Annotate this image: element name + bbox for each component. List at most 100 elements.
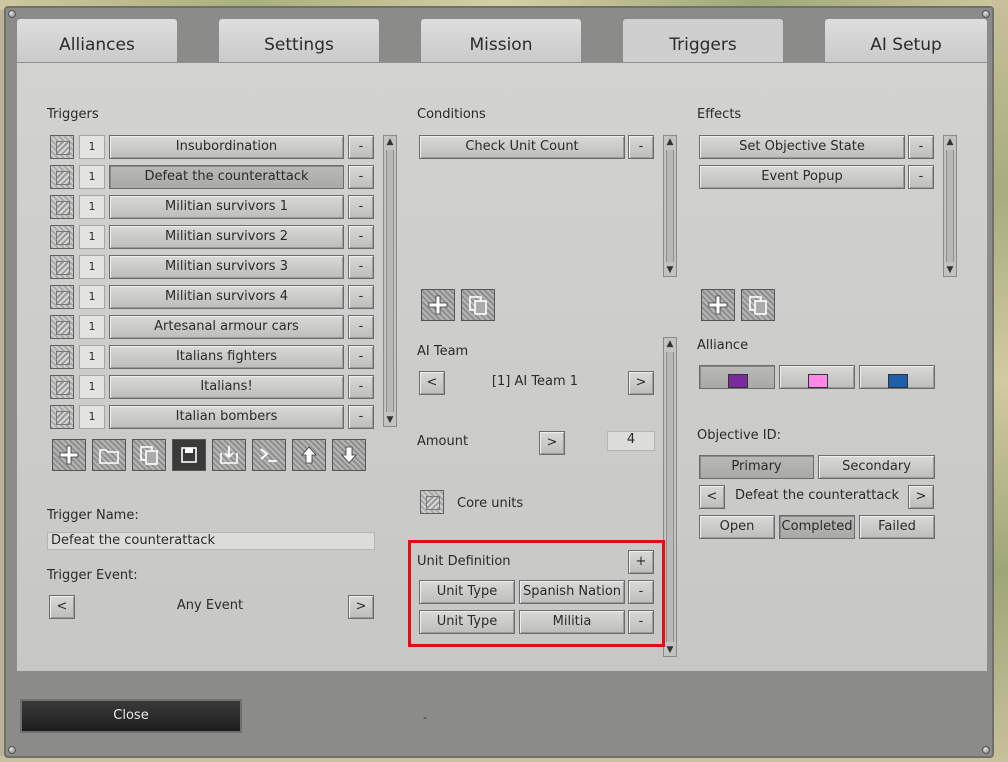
add-icon [708, 295, 728, 315]
trigger-item[interactable]: Italians fighters [109, 345, 344, 369]
scroll-up-icon[interactable]: ▲ [664, 136, 676, 148]
trigger-enabled-checkbox[interactable] [50, 285, 74, 309]
trigger-item[interactable]: Militian survivors 3 [109, 255, 344, 279]
copy-condition-button[interactable] [461, 289, 495, 321]
trigger-repeat-count[interactable]: 1 [79, 315, 105, 339]
trigger-item[interactable]: Italians! [109, 375, 344, 399]
scroll-up-icon[interactable]: ▲ [664, 338, 676, 350]
trigger-enabled-checkbox[interactable] [50, 375, 74, 399]
amount-operator-button[interactable]: > [539, 431, 565, 455]
trigger-enabled-checkbox[interactable] [50, 405, 74, 429]
effects-scrollbar[interactable]: ▲ ▼ [943, 135, 957, 277]
trigger-repeat-count[interactable]: 1 [79, 135, 105, 159]
scroll-down-icon[interactable]: ▼ [664, 264, 676, 276]
remove-trigger-button[interactable]: - [348, 165, 374, 189]
trigger-item[interactable]: Artesanal armour cars [109, 315, 344, 339]
copy-effect-button[interactable] [741, 289, 775, 321]
remove-trigger-button[interactable]: - [348, 255, 374, 279]
trigger-enabled-checkbox[interactable] [50, 225, 74, 249]
remove-effect-button[interactable]: - [908, 135, 934, 159]
state-failed-button[interactable]: Failed [859, 515, 935, 539]
add-effect-button[interactable] [701, 289, 735, 321]
effect-item[interactable]: Set Objective State [699, 135, 905, 159]
remove-trigger-button[interactable]: - [348, 375, 374, 399]
remove-condition-button[interactable]: - [628, 135, 654, 159]
amount-input[interactable]: 4 [607, 431, 655, 451]
alliance-button-1[interactable] [699, 365, 775, 389]
save-trigger-button[interactable] [172, 439, 206, 471]
trigger-repeat-count[interactable]: 1 [79, 225, 105, 249]
trigger-item[interactable]: Militian survivors 2 [109, 225, 344, 249]
scrollbar-thumb[interactable] [946, 150, 954, 262]
trigger-enabled-checkbox[interactable] [50, 195, 74, 219]
state-completed-button[interactable]: Completed [779, 515, 855, 539]
tab-ai-setup[interactable]: AI Setup [824, 18, 988, 64]
trigger-repeat-count[interactable]: 1 [79, 285, 105, 309]
trigger-enabled-checkbox[interactable] [50, 255, 74, 279]
scrollbar-thumb[interactable] [666, 150, 674, 262]
trigger-enabled-checkbox[interactable] [50, 165, 74, 189]
event-next-button[interactable]: > [348, 595, 374, 619]
trigger-repeat-count[interactable]: 1 [79, 195, 105, 219]
remove-effect-button[interactable]: - [908, 165, 934, 189]
condition-detail-scrollbar[interactable]: ▲ ▼ [663, 337, 677, 657]
alliance-button-2[interactable] [779, 365, 855, 389]
scroll-down-icon[interactable]: ▼ [664, 644, 676, 656]
conditions-scrollbar[interactable]: ▲ ▼ [663, 135, 677, 277]
tab-alliances[interactable]: Alliances [16, 18, 178, 64]
scroll-up-icon[interactable]: ▲ [944, 136, 956, 148]
trigger-enabled-checkbox[interactable] [50, 345, 74, 369]
trigger-item-selected[interactable]: Defeat the counterattack [109, 165, 344, 189]
trigger-repeat-count[interactable]: 1 [79, 255, 105, 279]
copy-trigger-button[interactable] [132, 439, 166, 471]
tab-triggers[interactable]: Triggers [622, 18, 784, 68]
ai-team-next-button[interactable]: > [628, 371, 654, 395]
open-folder-button[interactable] [92, 439, 126, 471]
add-trigger-button[interactable] [52, 439, 86, 471]
condition-item[interactable]: Check Unit Count [419, 135, 625, 159]
folder-icon [99, 449, 119, 464]
scroll-up-icon[interactable]: ▲ [384, 136, 396, 148]
tab-settings[interactable]: Settings [218, 18, 380, 64]
trigger-repeat-count[interactable]: 1 [79, 165, 105, 189]
console-button[interactable] [252, 439, 286, 471]
trigger-enabled-checkbox[interactable] [50, 315, 74, 339]
trigger-item[interactable]: Insubordination [109, 135, 344, 159]
remove-trigger-button[interactable]: - [348, 225, 374, 249]
trigger-name-input[interactable]: Defeat the counterattack [47, 532, 375, 550]
remove-trigger-button[interactable]: - [348, 285, 374, 309]
effect-item[interactable]: Event Popup [699, 165, 905, 189]
trigger-item[interactable]: Militian survivors 1 [109, 195, 344, 219]
trigger-item[interactable]: Italian bombers [109, 405, 344, 429]
scroll-down-icon[interactable]: ▼ [944, 264, 956, 276]
scroll-down-icon[interactable]: ▼ [384, 414, 396, 426]
remove-trigger-button[interactable]: - [348, 405, 374, 429]
trigger-list-scrollbar[interactable]: ▲ ▼ [383, 135, 397, 427]
remove-trigger-button[interactable]: - [348, 195, 374, 219]
objective-secondary-button[interactable]: Secondary [818, 455, 935, 479]
alliance-button-3[interactable] [859, 365, 935, 389]
close-button[interactable]: Close [20, 699, 242, 733]
tab-mission[interactable]: Mission [420, 18, 582, 64]
state-open-button[interactable]: Open [699, 515, 775, 539]
scrollbar-thumb[interactable] [666, 352, 674, 642]
remove-trigger-button[interactable]: - [348, 345, 374, 369]
trigger-repeat-count[interactable]: 1 [79, 375, 105, 399]
add-condition-button[interactable] [421, 289, 455, 321]
remove-trigger-button[interactable]: - [348, 135, 374, 159]
scrollbar-thumb[interactable] [386, 150, 394, 412]
trigger-repeat-count[interactable]: 1 [79, 345, 105, 369]
event-prev-button[interactable]: < [49, 595, 75, 619]
objective-prev-button[interactable]: < [699, 485, 725, 509]
ai-team-prev-button[interactable]: < [419, 371, 445, 395]
move-up-button[interactable] [292, 439, 326, 471]
remove-trigger-button[interactable]: - [348, 315, 374, 339]
import-trigger-button[interactable] [212, 439, 246, 471]
trigger-item[interactable]: Militian survivors 4 [109, 285, 344, 309]
move-down-button[interactable] [332, 439, 366, 471]
objective-next-button[interactable]: > [908, 485, 934, 509]
trigger-repeat-count[interactable]: 1 [79, 405, 105, 429]
objective-primary-button[interactable]: Primary [699, 455, 814, 479]
trigger-enabled-checkbox[interactable] [50, 135, 74, 159]
core-units-checkbox[interactable] [420, 490, 444, 514]
